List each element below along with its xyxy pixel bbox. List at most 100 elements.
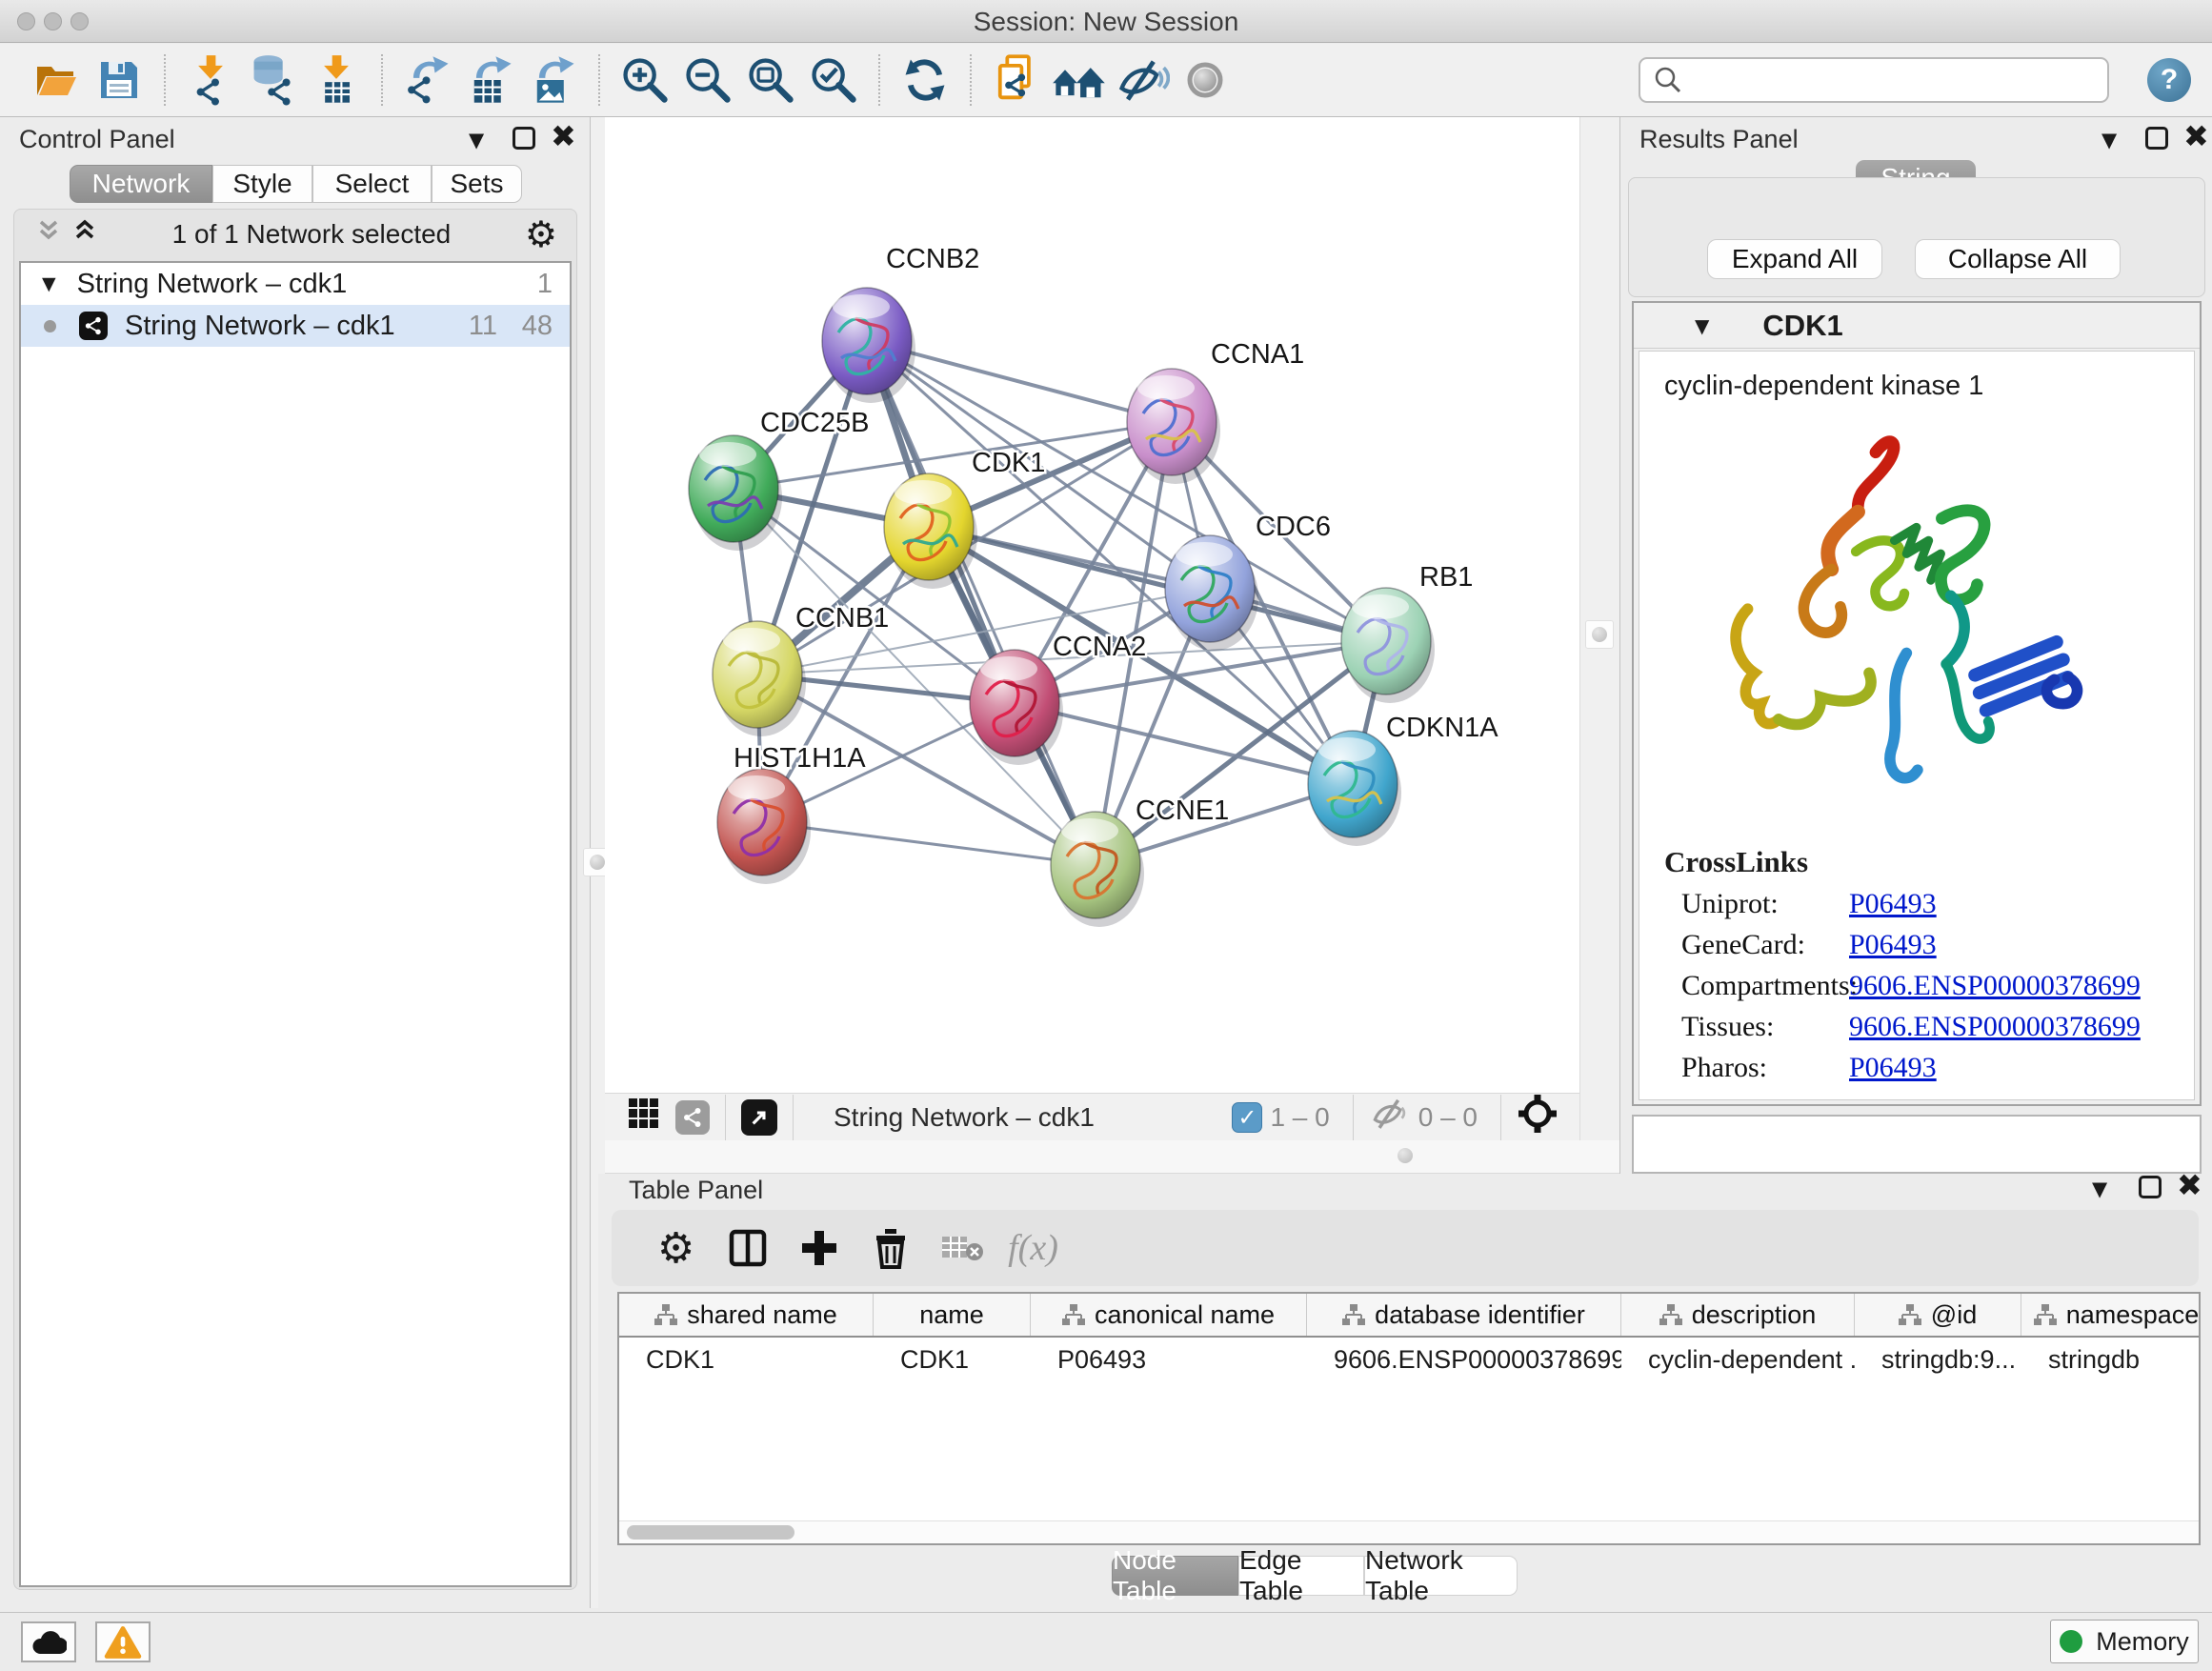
network-options-gear-icon[interactable]: ⚙ [525,213,557,255]
network-node[interactable]: CDC6 [1165,512,1331,651]
column-header[interactable]: @id [1855,1294,2021,1336]
network-node[interactable]: CCNA2 [970,632,1146,765]
hide-view-icon[interactable] [1111,53,1174,107]
network-node[interactable]: CCNB2 [822,244,979,403]
table-cell[interactable]: 9606.ENSP00000378699 [1307,1345,1621,1375]
table-panel-float-icon[interactable] [2139,1176,2162,1204]
network-row-selected[interactable]: String Network – cdk1 11 48 [21,305,570,347]
search-field[interactable] [1639,57,2109,103]
zoom-in-icon[interactable] [613,53,676,107]
hidden-eye-icon[interactable] [1369,1097,1411,1137]
export-image-icon[interactable] [522,53,585,107]
table-cell[interactable]: stringdb [2021,1345,2201,1375]
network-node[interactable]: CCNA1 [1127,339,1304,484]
zoom-out-icon[interactable] [676,53,739,107]
network-edge[interactable] [762,822,1096,865]
search-input[interactable] [1684,66,2084,95]
table-panel-menu-icon[interactable]: ▼ [2092,1178,2107,1200]
results-panel-close-icon[interactable]: ✖ [2183,125,2209,148]
network-node[interactable]: HIST1H1A [717,743,866,884]
split-columns-icon[interactable] [712,1219,783,1277]
collection-collapse-icon[interactable]: ▼ [42,273,56,294]
tab-sets[interactable]: Sets [432,165,522,203]
crosslink-link[interactable]: 9606.ENSP00000378699 [1849,970,2141,1002]
table-cell[interactable]: cyclin-dependent ... [1621,1345,1855,1375]
network-node[interactable]: CDC25B [689,408,869,551]
open-session-icon[interactable] [25,53,88,107]
crosslink-link[interactable]: P06493 [1849,888,1937,920]
tab-network-table[interactable]: Network Table [1364,1556,1518,1596]
tab-node-table[interactable]: Node Table [1112,1556,1238,1596]
table-horizontal-scrollbar[interactable] [619,1520,2199,1543]
results-panel-float-icon[interactable] [2145,127,2168,155]
column-header[interactable]: description [1621,1294,1855,1336]
add-column-icon[interactable] [783,1219,855,1277]
tab-edge-table[interactable]: Edge Table [1238,1556,1364,1596]
control-panel-float-icon[interactable] [513,127,535,155]
network-canvas[interactable]: CCNB2CCNA1CDC25BCDK1CDC6RB1CCNB1CCNA2CDK… [605,117,1579,1093]
crosslink-link[interactable]: 9606.ENSP00000378699 [1849,1011,2141,1043]
crosslink-link[interactable]: P06493 [1849,929,1937,961]
zoom-fit-icon[interactable] [739,53,802,107]
column-header[interactable]: canonical name [1031,1294,1307,1336]
gene-entry-header[interactable]: ▼ CDK1 [1634,303,2200,349]
right-splitter-handle[interactable] [1585,620,1614,649]
table-settings-gear-icon[interactable]: ⚙ [640,1219,712,1277]
expand-all-networks-icon[interactable] [71,217,98,252]
cloud-button[interactable] [21,1621,76,1662]
column-header[interactable]: name [874,1294,1031,1336]
warnings-button[interactable] [95,1621,151,1662]
column-header[interactable]: namespace [2021,1294,2201,1336]
column-header[interactable]: database identifier [1307,1294,1621,1336]
toolbar-separator [164,54,166,106]
export-network-icon[interactable] [396,53,459,107]
network-edge[interactable] [867,341,1096,865]
search-icon [1652,64,1684,96]
help-icon[interactable]: ? [2147,58,2191,102]
collapse-all-button[interactable]: Collapse All [1915,239,2121,279]
table-cell[interactable]: CDK1 [874,1345,1031,1375]
node-label: CCNB1 [795,603,889,634]
collapse-all-networks-icon[interactable] [35,217,62,252]
zoom-selected-icon[interactable] [802,53,865,107]
table-row[interactable]: CDK1CDK1P064939606.ENSP00000378699cyclin… [619,1338,2199,1381]
import-network-file-icon[interactable] [179,53,242,107]
tab-select[interactable]: Select [312,165,432,203]
column-header[interactable]: shared name [619,1294,874,1336]
control-panel-menu-icon[interactable]: ▼ [469,129,484,151]
scrollbar-thumb[interactable] [627,1525,794,1540]
selected-nodes-checkbox[interactable]: ✓ [1232,1102,1262,1133]
right-splitter[interactable] [1579,117,1619,1174]
network-edge[interactable] [929,527,1386,641]
birds-eye-grid-icon[interactable] [628,1097,660,1137]
delete-column-icon[interactable] [855,1219,926,1277]
results-panel-menu-icon[interactable]: ▼ [2101,129,2117,151]
network-node[interactable]: CCNE1 [1051,795,1229,927]
control-panel-close-icon[interactable]: ✖ [551,125,576,148]
memory-button[interactable]: Memory [2050,1620,2199,1663]
table-cell[interactable]: CDK1 [619,1345,874,1375]
table-panel-close-icon[interactable]: ✖ [2177,1174,2202,1197]
bottom-splitter-handle[interactable] [1398,1148,1413,1163]
network-graph[interactable]: CCNB2CCNA1CDC25BCDK1CDC6RB1CCNB1CCNA2CDK… [605,117,1579,1093]
open-view-icon[interactable] [741,1099,777,1136]
network-node[interactable]: CDKN1A [1308,713,1498,846]
table-cell[interactable]: stringdb:9... [1855,1345,2021,1375]
string-share-icon[interactable] [675,1100,710,1135]
table-cell[interactable]: P06493 [1031,1345,1307,1375]
tab-network[interactable]: Network [70,165,212,203]
crosslink-link[interactable]: P06493 [1849,1052,1937,1084]
network-collection-row[interactable]: ▼ String Network – cdk1 1 [21,263,570,305]
import-table-file-icon[interactable] [305,53,368,107]
save-session-icon[interactable] [88,53,151,107]
import-network-database-icon[interactable] [242,53,305,107]
expand-all-button[interactable]: Expand All [1707,239,1882,279]
navigator-crosshair-icon[interactable] [1517,1093,1558,1141]
home-view-icon[interactable] [1048,53,1111,107]
clone-document-icon[interactable] [985,53,1048,107]
tab-style[interactable]: Style [212,165,312,203]
network-node[interactable]: RB1 [1341,562,1473,703]
gene-collapse-icon[interactable]: ▼ [1695,314,1709,337]
export-table-icon[interactable] [459,53,522,107]
refresh-icon[interactable] [894,53,956,107]
